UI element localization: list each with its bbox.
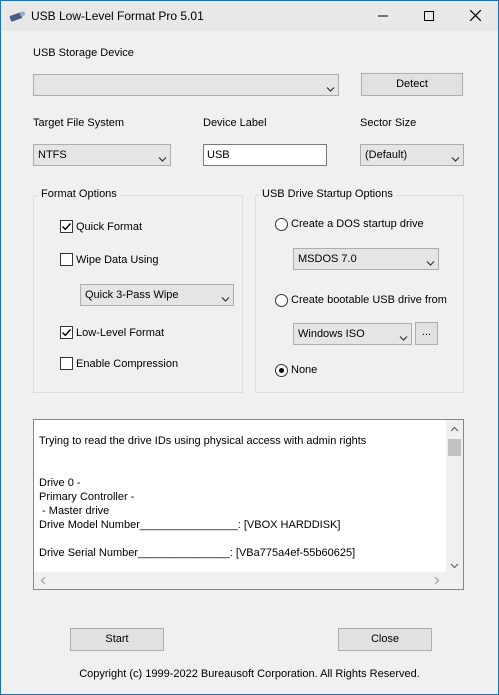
scroll-corner [446,572,463,589]
sector-size-dropdown[interactable]: (Default) [360,144,464,166]
maximize-button[interactable] [406,1,452,31]
enable-compression-label[interactable]: Enable Compression [76,358,178,370]
checkmark-icon [62,329,72,337]
chevron-down-icon [451,151,460,162]
title-bar[interactable]: USB Low-Level Format Pro 5.01 [1,1,498,31]
minimize-icon [378,8,388,24]
wipe-method-value: Quick 3-Pass Wipe [85,289,179,301]
log-line: Drive Serial Number_______________: [VBa… [39,547,356,559]
usb-device-dropdown[interactable] [33,74,339,96]
wipe-data-checkbox[interactable] [60,253,73,266]
chevron-down-icon [221,291,230,302]
wipe-method-dropdown[interactable]: Quick 3-Pass Wipe [80,284,234,306]
target-fs-dropdown[interactable]: NTFS [33,144,171,166]
browse-button[interactable]: ... [415,322,438,345]
enable-compression-checkbox[interactable] [60,357,73,370]
scroll-down-icon[interactable] [450,560,459,572]
chevron-down-icon [399,330,408,341]
usb-drive-icon [9,8,27,24]
device-label-caption: Device Label [203,117,267,129]
dos-version-dropdown[interactable]: MSDOS 7.0 [293,248,439,270]
chevron-down-icon [426,255,435,266]
log-line: Trying to read the drive IDs using physi… [39,435,367,447]
window-title: USB Low-Level Format Pro 5.01 [31,9,204,23]
target-fs-value: NTFS [38,149,67,161]
target-fs-label: Target File System [33,117,125,129]
device-label-input[interactable]: USB [203,144,327,166]
vertical-scrollbar[interactable] [446,420,463,572]
low-level-format-label[interactable]: Low-Level Format [76,327,164,339]
bootable-usb-radio[interactable] [275,294,288,307]
checkmark-icon [62,223,72,231]
start-button[interactable]: Start [70,628,164,651]
bootable-usb-label[interactable]: Create bootable USB drive from [291,294,447,306]
close-window-button[interactable] [452,1,498,31]
none-label[interactable]: None [291,364,317,376]
wipe-data-label[interactable]: Wipe Data Using [76,254,159,266]
dos-startup-label[interactable]: Create a DOS startup drive [291,218,424,230]
log-line: Drive 0 - [39,477,81,489]
maximize-icon [424,8,434,24]
minimize-button[interactable] [360,1,406,31]
quick-format-checkbox[interactable] [60,220,73,233]
boot-source-dropdown[interactable]: Windows ISO [293,323,412,345]
low-level-format-checkbox[interactable] [60,326,73,339]
log-line: - Master drive [39,505,110,517]
chevron-down-icon [158,151,167,162]
close-button[interactable]: Close [338,628,432,651]
chevron-down-icon [326,81,335,92]
sector-size-value: (Default) [365,149,408,161]
startup-options-title: USB Drive Startup Options [259,188,396,200]
horizontal-scrollbar[interactable] [34,572,446,589]
log-line: Drive Model Number________________: [VBO… [39,519,341,531]
usb-device-label: USB Storage Device [33,47,134,59]
detect-button[interactable]: Detect [361,73,463,96]
scroll-right-icon[interactable] [434,576,440,588]
log-line: Primary Controller - [39,491,135,503]
scroll-thumb[interactable] [448,439,461,456]
dos-version-value: MSDOS 7.0 [298,253,357,265]
scroll-left-icon[interactable] [40,576,46,588]
scroll-up-icon[interactable] [450,423,459,435]
copyright-text: Copyright (c) 1999-2022 Bureausoft Corpo… [79,668,420,680]
boot-source-value: Windows ISO [298,328,365,340]
dos-startup-radio[interactable] [275,218,288,231]
format-options-title: Format Options [38,188,120,200]
sector-size-label: Sector Size [360,117,417,129]
close-icon [469,8,481,24]
none-radio[interactable] [275,364,288,377]
log-text: Trying to read the drive IDs using physi… [39,420,444,560]
log-textarea[interactable]: Trying to read the drive IDs using physi… [33,419,464,590]
radio-selected-dot [279,368,284,373]
quick-format-label[interactable]: Quick Format [76,221,142,233]
app-window: USB Low-Level Format Pro 5.01 USB Storag… [0,0,499,695]
